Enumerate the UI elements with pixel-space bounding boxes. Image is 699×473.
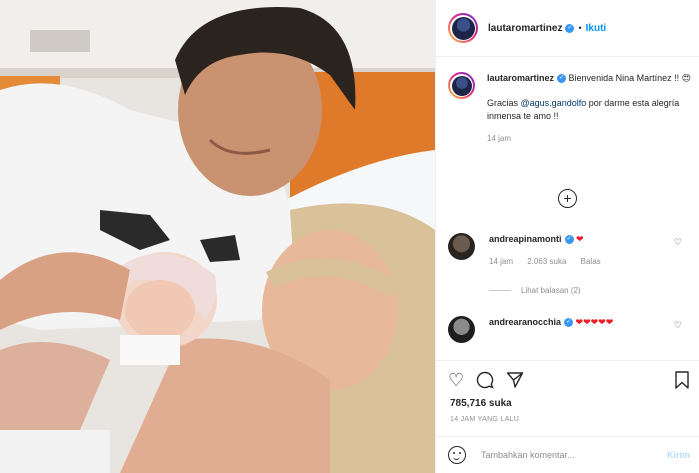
header-username[interactable]: lautaromartinez [488,23,562,34]
post-actions: ♡ 785,716 suka 14 JAM YANG LALU [436,360,699,436]
share-paper-plane-icon[interactable] [506,371,524,392]
caption-time: 14 jam [487,134,512,143]
comment-like-heart-icon[interactable]: ♡ [674,320,682,331]
likes-count[interactable]: 785,716 suka [450,398,512,409]
comments-list[interactable]: lautaromartinez ✓ Bienvenida Nina Martíne… [436,58,699,360]
post-timestamp[interactable]: 14 JAM YANG LALU [450,416,519,423]
emoji-smiley-icon[interactable] [448,446,466,464]
caption-gracias: Gracias [487,98,519,108]
follow-button[interactable]: Ikuti [586,23,607,34]
verified-badge-icon: ✓ [565,23,575,33]
view-replies[interactable]: Lihat balasan (2) [489,286,581,295]
verified-badge-icon: ✓ [564,318,574,328]
like-heart-icon[interactable]: ♡ [448,371,464,392]
comment-username[interactable]: andreapinamonti [489,234,562,244]
comment-time: 14 jam [489,257,514,266]
comment-avatar[interactable] [448,233,475,260]
bookmark-icon[interactable] [674,371,690,392]
comment-likes[interactable]: 2.063 suka [527,257,566,266]
comment-like-heart-icon[interactable]: ♡ [674,237,682,248]
reply-button[interactable]: Balas [581,257,601,266]
mention-link[interactable]: @agus.gandolfo [521,98,587,108]
comment-text: ❤❤❤❤❤ [575,317,614,327]
caption: lautaromartinez ✓ Bienvenida Nina Martíne… [448,72,694,145]
comment-bubble-icon[interactable] [476,371,494,392]
caption-username[interactable]: lautaromartinez [487,73,554,83]
load-more-comments-icon[interactable]: + [558,189,577,208]
comment-avatar[interactable] [448,316,475,343]
comment-item: andrearanocchia ✓ ❤❤❤❤❤ ♡ [448,316,694,343]
avatar[interactable] [448,13,478,43]
caption-line1: Bienvenida Nina Martínez !! 😍 [568,73,691,83]
caption-avatar[interactable] [448,72,475,99]
verified-badge-icon: ✓ [564,235,574,245]
post-sidebar: lautaromartinez ✓ • Ikuti lautaromartine… [435,0,699,473]
comment-username[interactable]: andrearanocchia [489,317,561,327]
replies-divider [489,290,511,291]
add-comment-bar: Kirim [436,436,699,473]
comment-text: ❤ [576,234,584,244]
post-photo[interactable] [0,0,435,473]
view-replies-label[interactable]: Lihat balasan (2) [521,286,581,295]
comment-input[interactable] [481,450,651,460]
comment-item: andreapinamonti ✓ ❤ 14 jam 2.063 suka Bal… [448,233,694,268]
post-comment-button[interactable]: Kirim [667,450,690,460]
verified-badge-icon: ✓ [557,74,567,84]
post-header: lautaromartinez ✓ • Ikuti [436,0,699,57]
separator-dot: • [578,23,582,33]
